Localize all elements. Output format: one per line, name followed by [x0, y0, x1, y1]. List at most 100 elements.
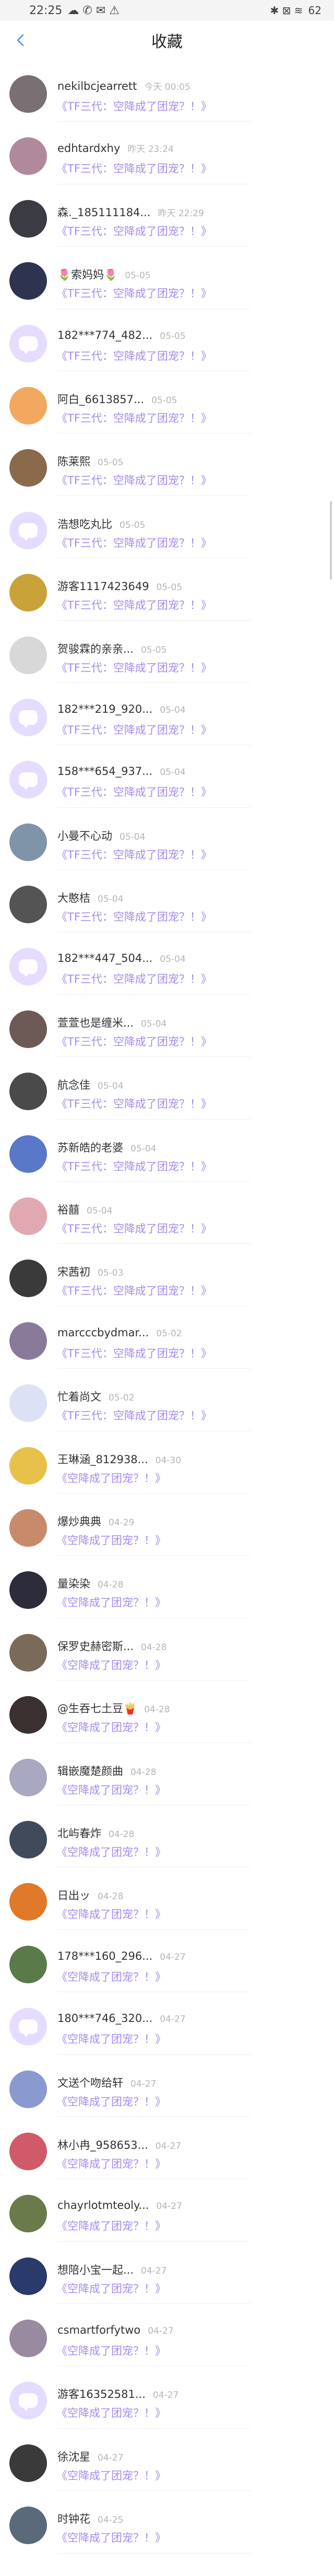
avatar[interactable]	[9, 511, 47, 549]
list-item[interactable]: 量染染 04-28 《空降成了团宠？！》	[0, 1556, 334, 1618]
user-name[interactable]: csmartforfytwo	[57, 2324, 140, 2336]
list-item[interactable]: 🌷索妈妈🌷 05-05 《TF三代：空降成了团宠？！》	[0, 246, 334, 309]
list-item[interactable]: @生吞七土豆🍟 04-28 《空降成了团宠？！》	[0, 1680, 334, 1743]
user-name[interactable]: 大憨桔	[57, 890, 90, 905]
user-name[interactable]: 182***219_920...	[57, 703, 152, 715]
user-name[interactable]: 王琳涵_812938...	[57, 1451, 148, 1467]
user-name[interactable]: 游客1117423649	[57, 578, 149, 594]
work-title-link[interactable]: 《空降成了团宠？！》	[56, 1532, 166, 1548]
list-item[interactable]: 182***219_920... 05-04 《TF三代：空降成了团宠？！》	[0, 683, 334, 746]
user-name[interactable]: 萱萱也是缠米...	[57, 1015, 134, 1030]
list-item[interactable]: 陈莱熙 05-05 《TF三代：空降成了团宠？！》	[0, 433, 334, 496]
work-title-link[interactable]: 《TF三代：空降成了团宠？！》	[56, 1096, 212, 1111]
avatar[interactable]	[9, 1384, 47, 1422]
list-item[interactable]: 萱萱也是缠米... 05-04 《TF三代：空降成了团宠？！》	[0, 995, 334, 1057]
user-name[interactable]: 忙着尚文	[57, 1389, 101, 1404]
user-name[interactable]: 裕囍	[57, 1202, 79, 1217]
avatar[interactable]	[9, 886, 47, 924]
work-title-link[interactable]: 《空降成了团宠？！》	[56, 2405, 166, 2420]
work-title-link[interactable]: 《TF三代：空降成了团宠？！》	[56, 846, 212, 862]
work-title-link[interactable]: 《空降成了团宠？！》	[56, 2031, 166, 2046]
list-item[interactable]: 182***774_482... 05-05 《TF三代：空降成了团宠？！》	[0, 309, 334, 371]
list-item[interactable]: 辑嵌魔楚颜曲 04-28 《空降成了团宠？！》	[0, 1743, 334, 1805]
avatar[interactable]	[9, 1260, 47, 1298]
scrollbar[interactable]	[330, 501, 332, 580]
list-item[interactable]: 宋茜初 05-03 《TF三代：空降成了团宠？！》	[0, 1244, 334, 1307]
list-item[interactable]: 王琳涵_812938... 04-30 《空降成了团宠？！》	[0, 1431, 334, 1493]
work-title-link[interactable]: 《空降成了团宠？！》	[56, 1657, 166, 1673]
avatar[interactable]	[9, 324, 47, 362]
avatar[interactable]	[9, 1135, 47, 1173]
avatar[interactable]	[9, 449, 47, 487]
work-title-link[interactable]: 《TF三代：空降成了团宠？！》	[56, 722, 212, 737]
list-item[interactable]: 182***447_504... 05-04 《TF三代：空降成了团宠？！》	[0, 932, 334, 995]
work-title-link[interactable]: 《TF三代：空降成了团宠？！》	[56, 660, 212, 675]
list-item[interactable]: marcccbydmar... 05-02 《TF三代：空降成了团宠？！》	[0, 1307, 334, 1369]
avatar[interactable]	[9, 2195, 47, 2233]
list-item[interactable]: 浩想吃丸比 05-05 《TF三代：空降成了团宠？！》	[0, 496, 334, 559]
work-title-link[interactable]: 《TF三代：空降成了团宠？！》	[56, 348, 212, 363]
work-title-link[interactable]: 《TF三代：空降成了团宠？！》	[56, 472, 212, 488]
work-title-link[interactable]: 《空降成了团宠？！》	[56, 1969, 166, 1984]
avatar[interactable]	[9, 2382, 47, 2420]
avatar[interactable]	[9, 386, 47, 425]
work-title-link[interactable]: 《TF三代：空降成了团宠？！》	[56, 223, 212, 239]
avatar[interactable]	[9, 199, 47, 238]
user-name[interactable]: 贺骏霖的亲亲...	[57, 641, 134, 656]
work-title-link[interactable]: 《TF三代：空降成了团宠？！》	[56, 1220, 212, 1236]
avatar[interactable]	[9, 1820, 47, 1859]
user-name[interactable]: chayrlotmteoly...	[57, 2199, 149, 2212]
list-item[interactable]: 北屿春炸 04-28 《空降成了团宠？！》	[0, 1805, 334, 1868]
avatar[interactable]	[9, 1446, 47, 1485]
list-item[interactable]: 苏新皓的老婆 05-04 《TF三代：空降成了团宠？！》	[0, 1120, 334, 1182]
user-name[interactable]: edhtardxhy	[57, 142, 120, 155]
avatar[interactable]	[9, 2008, 47, 2046]
work-title-link[interactable]: 《TF三代：空降成了团宠？！》	[56, 1345, 212, 1361]
avatar[interactable]	[9, 1571, 47, 1609]
list-item[interactable]: nekilbcjearrett 今天 00:05 《TF三代：空降成了团宠？！》	[0, 60, 334, 122]
avatar[interactable]	[9, 262, 47, 300]
list-item[interactable]: 文送个吻给轩 04-27 《空降成了团宠？！》	[0, 2055, 334, 2117]
avatar[interactable]	[9, 1010, 47, 1048]
user-name[interactable]: @生吞七土豆🍟	[57, 1700, 137, 1716]
avatar[interactable]	[9, 2444, 47, 2482]
avatar[interactable]	[9, 698, 47, 736]
work-title-link[interactable]: 《空降成了团宠？！》	[56, 1782, 166, 1797]
list-item[interactable]: 游客16352581... 04-27 《空降成了团宠？！》	[0, 2366, 334, 2429]
work-title-link[interactable]: 《空降成了团宠？！》	[56, 1844, 166, 1860]
avatar[interactable]	[9, 574, 47, 612]
list-item[interactable]: 想陪小宝一起... 04-27 《空降成了团宠？！》	[0, 2242, 334, 2304]
avatar[interactable]	[9, 1696, 47, 1734]
user-name[interactable]: 178***160_296...	[57, 1950, 152, 1962]
list-item[interactable]: 森._185111184... 昨天 22:29 《TF三代：空降成了团宠？！》	[0, 184, 334, 247]
avatar[interactable]	[9, 1945, 47, 1983]
user-name[interactable]: 徐沈星	[57, 2449, 90, 2464]
work-title-link[interactable]: 《空降成了团宠？！》	[56, 2093, 166, 2109]
list-item[interactable]: 游客1117423649 05-05 《TF三代：空降成了团宠？！》	[0, 558, 334, 621]
list-item[interactable]: 贺骏霖的亲亲... 05-05 《TF三代：空降成了团宠？！》	[0, 621, 334, 683]
back-button[interactable]	[11, 30, 29, 50]
list-item[interactable]: 大憨桔 05-04 《TF三代：空降成了团宠？！》	[0, 870, 334, 933]
avatar[interactable]	[9, 137, 47, 175]
list-item[interactable]: edhtardxhy 昨天 23:24 《TF三代：空降成了团宠？！》	[0, 122, 334, 184]
work-title-link[interactable]: 《TF三代：空降成了团宠？！》	[56, 410, 212, 426]
list-item[interactable]: 180***746_320... 04-27 《空降成了团宠？！》	[0, 1992, 334, 2055]
avatar[interactable]	[9, 2320, 47, 2358]
user-name[interactable]: 北屿春炸	[57, 1825, 101, 1841]
list-item[interactable]: 日出ッ 04-28 《空降成了团宠？！》	[0, 1867, 334, 1930]
avatar[interactable]	[9, 75, 47, 113]
user-name[interactable]: 180***746_320...	[57, 2012, 152, 2025]
user-name[interactable]: 爆炒典典	[57, 1513, 101, 1529]
list-item[interactable]: 阿白_6613857... 05-05 《TF三代：空降成了团宠？！》	[0, 371, 334, 434]
user-name[interactable]: 宋茜初	[57, 1264, 90, 1279]
work-title-link[interactable]: 《TF三代：空降成了团宠？！》	[56, 1158, 212, 1174]
user-name[interactable]: 🌷索妈妈🌷	[57, 266, 117, 282]
avatar[interactable]	[9, 761, 47, 799]
user-name[interactable]: 日出ッ	[57, 1887, 90, 1903]
work-title-link[interactable]: 《TF三代：空降成了团宠？！》	[56, 1283, 212, 1298]
avatar[interactable]	[9, 1322, 47, 1360]
user-name[interactable]: 182***447_504...	[57, 952, 152, 964]
user-name[interactable]: 阿白_6613857...	[57, 391, 144, 407]
list-item[interactable]: csmartforfytwo 04-27 《空降成了团宠？！》	[0, 2304, 334, 2367]
work-title-link[interactable]: 《TF三代：空降成了团宠？！》	[56, 285, 212, 301]
